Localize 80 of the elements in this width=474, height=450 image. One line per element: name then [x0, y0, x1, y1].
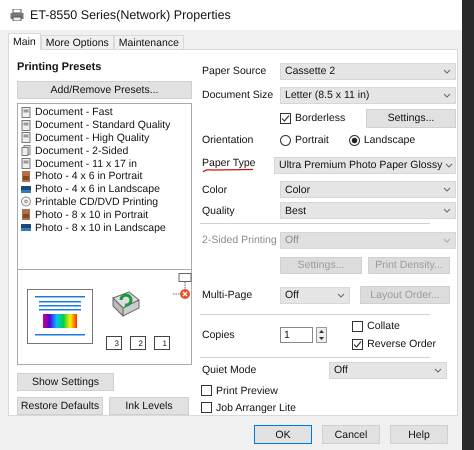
print-preview-checkbox[interactable]: [201, 385, 212, 396]
field-label: Copies: [202, 329, 236, 341]
chevron-down-icon: [434, 368, 442, 372]
checkbox-label: Collate: [367, 320, 400, 332]
radio-button[interactable]: [280, 134, 291, 146]
field-label: Paper Type: [202, 157, 257, 169]
field-label: Quiet Mode: [202, 364, 258, 376]
window-title: ET-8550 Series(Network) Properties: [30, 8, 231, 22]
dialog-button[interactable]: OK: [254, 425, 312, 444]
ink-levels-button[interactable]: Ink Levels: [109, 397, 189, 415]
chevron-down-icon: [443, 208, 451, 213]
photo-icon: [21, 222, 31, 234]
preset-item[interactable]: Document - Fast: [35, 106, 113, 118]
field-label: Orientation: [202, 134, 254, 146]
quality-dropdown[interactable]: Best: [280, 202, 456, 219]
checkbox-label: Print Preview: [216, 384, 278, 396]
section-heading: Printing Presets: [17, 61, 102, 75]
field-label: Document Size: [202, 89, 274, 101]
multi-page-dropdown[interactable]: Off: [280, 286, 350, 304]
chevron-down-icon: [443, 68, 451, 74]
tab[interactable]: Maintenance: [114, 35, 184, 49]
chevron-down-icon: [337, 292, 345, 298]
page-order-icon: 3: [106, 336, 122, 350]
quiet-mode-dropdown[interactable]: Off: [329, 362, 447, 378]
document-icon: [21, 132, 31, 144]
color-dropdown[interactable]: Color: [280, 181, 456, 198]
photo-icon: [21, 170, 31, 182]
disc-icon: [21, 196, 31, 208]
page-order-icon: 2: [130, 336, 146, 350]
preset-item[interactable]: Photo - 4 x 6 in Landscape: [35, 183, 160, 196]
chevron-down-icon: [443, 92, 451, 98]
settings-button[interactable]: Settings...: [366, 108, 456, 128]
page-preview-icon: [27, 289, 93, 344]
field-label: Color: [202, 184, 228, 196]
show-settings-button[interactable]: Show Settings: [17, 373, 114, 391]
field-label: Quality: [202, 204, 236, 216]
page-order-icon: 1: [154, 336, 170, 350]
preset-item[interactable]: Document - Standard Quality: [35, 119, 170, 132]
preset-item[interactable]: Printable CD/DVD Printing: [35, 196, 158, 208]
photo-icon: [21, 209, 31, 220]
paper-type-dropdown[interactable]: Ultra Premium Photo Paper Glossy: [274, 156, 456, 174]
radio-label: Landscape: [364, 134, 416, 146]
restore-defaults-button[interactable]: Restore Defaults: [17, 397, 103, 415]
tab[interactable]: Main: [8, 33, 41, 50]
copies-field[interactable]: 1: [280, 327, 313, 343]
field-label: 2-Sided Printing: [202, 234, 278, 246]
tab[interactable]: More Options: [40, 35, 114, 49]
network-error-icon: [173, 273, 193, 301]
borderless-checkbox[interactable]: [280, 112, 291, 124]
photo-icon: [21, 184, 31, 195]
preset-item[interactable]: Photo - 8 x 10 in Portrait: [35, 208, 148, 221]
preset-item[interactable]: Document - 2-Sided: [35, 144, 128, 157]
collate-checkbox[interactable]: [352, 320, 364, 332]
checkbox-label: Borderless: [295, 112, 346, 124]
add-remove-presets-button[interactable]: Add/Remove Presets...: [17, 81, 192, 99]
chevron-down-icon: [443, 187, 451, 192]
spin-arrows-icon[interactable]: [316, 327, 327, 343]
document-icon: [21, 145, 31, 156]
radio-button[interactable]: [348, 134, 360, 146]
document-icon: [21, 158, 31, 170]
document-size-dropdown[interactable]: Letter (8.5 x 11 in): [280, 86, 456, 104]
printer-icon: [10, 9, 24, 21]
field-label: Multi-Page: [202, 289, 254, 301]
reverse-order-checkbox[interactable]: [352, 338, 364, 350]
field-label: Paper Source: [202, 65, 268, 77]
checkbox-label: Job Arranger Lite: [216, 402, 296, 414]
checkbox-label: Reverse Order: [367, 338, 436, 350]
chevron-down-icon: [445, 162, 454, 168]
radio-label: Portrait: [295, 134, 329, 146]
preset-item[interactable]: Document - 11 x 17 in: [35, 158, 137, 170]
preset-item[interactable]: Document - High Quality: [35, 132, 150, 144]
document-icon: [21, 120, 31, 131]
paper-source-dropdown[interactable]: Cassette 2: [280, 62, 456, 80]
job-arranger-checkbox[interactable]: [201, 402, 212, 413]
chevron-down-icon: [443, 238, 451, 242]
document-icon: [21, 106, 31, 118]
preset-item[interactable]: Photo - 4 x 6 in Portrait: [35, 170, 142, 182]
preset-item[interactable]: Photo - 8 x 10 in Landscape: [35, 222, 166, 234]
dialog-button[interactable]: Help: [390, 425, 448, 444]
dialog-button[interactable]: Cancel: [322, 425, 380, 444]
